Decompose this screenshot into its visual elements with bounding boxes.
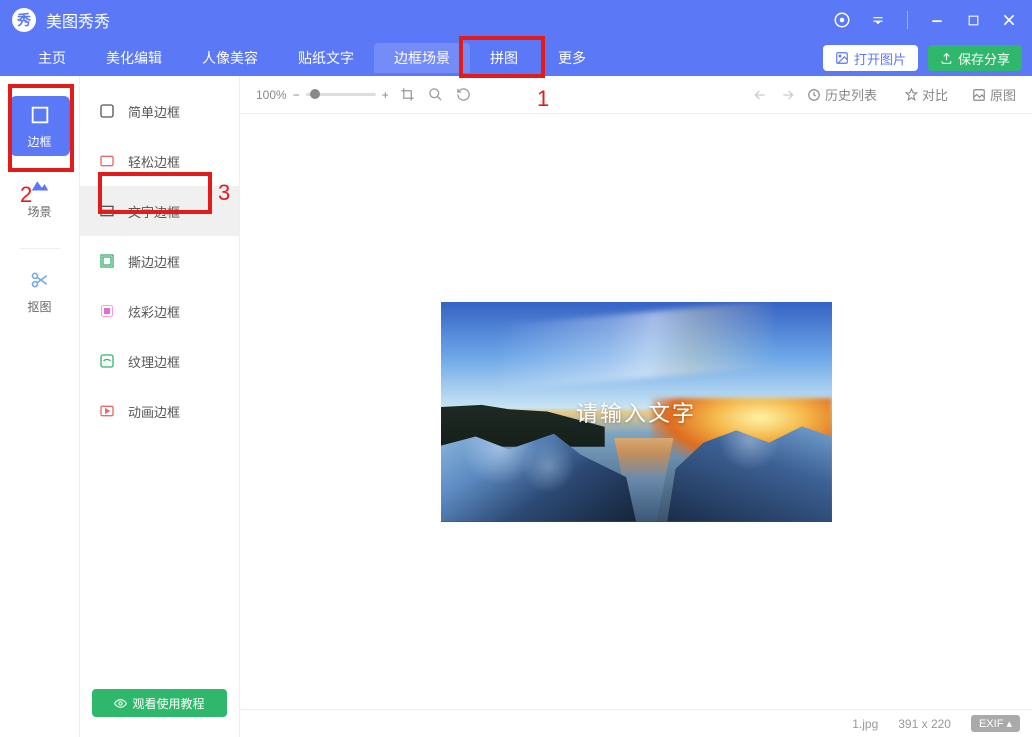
canvas-toolbar: 100% − + 历史列表 对比 原图 — [240, 76, 1032, 114]
frame-panel: 简单边框 轻松边框 文字边框 撕边边框 炫彩边框 纹理边框 动画边框 — [80, 76, 240, 737]
panel-simple-label: 简单边框 — [128, 102, 180, 121]
sidebar-item-frame[interactable]: 边框 — [10, 96, 70, 156]
save-share-button[interactable]: 保存分享 — [928, 45, 1022, 71]
image-preview[interactable]: 请输入文字 — [441, 302, 832, 522]
text-frame-placeholder[interactable]: 请输入文字 — [576, 396, 696, 428]
eye-icon — [114, 697, 127, 710]
export-icon — [940, 52, 953, 65]
titlebar-controls — [831, 9, 1020, 31]
panel-torn-label: 撕边边框 — [128, 252, 180, 271]
open-image-label: 打开图片 — [854, 49, 906, 68]
torn-frame-icon — [98, 252, 116, 270]
nav-frame-scene[interactable]: 边框场景 — [374, 43, 470, 73]
zoom-control[interactable]: 100% − + — [256, 88, 389, 102]
navbar: 主页 美化编辑 人像美容 贴纸文字 边框场景 拼图 更多 打开图片 保存分享 — [0, 40, 1032, 76]
colorful-frame-icon — [98, 302, 116, 320]
nav-sticker[interactable]: 贴纸文字 — [278, 43, 374, 73]
panel-text-label: 文字边框 — [128, 202, 180, 221]
text-frame-icon — [98, 202, 116, 220]
minimize-icon[interactable] — [926, 9, 948, 31]
statusbar: 1.jpg 391 x 220 EXIF ▴ — [240, 709, 1032, 737]
compare-button[interactable]: 对比 — [905, 85, 948, 104]
sidebar: 边框 场景 抠图 — [0, 76, 80, 737]
sidebar-frame-label: 边框 — [27, 133, 51, 150]
panel-easy-frame[interactable]: 轻松边框 — [80, 136, 239, 186]
zoom-value: 100% — [256, 88, 287, 102]
scene-icon — [28, 173, 52, 197]
zoom-in-icon[interactable]: + — [382, 88, 389, 102]
picture-icon — [972, 88, 986, 102]
dropdown-icon[interactable] — [867, 9, 889, 31]
animated-frame-icon — [98, 402, 116, 420]
sidebar-scene-label: 场景 — [27, 203, 51, 220]
app-title: 美图秀秀 — [46, 8, 831, 32]
history-label: 历史列表 — [825, 85, 877, 104]
titlebar: 秀 美图秀秀 — [0, 0, 1032, 40]
sidebar-separator — [20, 248, 60, 249]
image-icon — [835, 51, 849, 65]
star-icon — [905, 88, 918, 101]
panel-easy-label: 轻松边框 — [128, 152, 180, 171]
easy-frame-icon — [98, 152, 116, 170]
simple-frame-icon — [98, 102, 116, 120]
frame-icon — [28, 103, 52, 127]
undo-icon[interactable] — [751, 86, 769, 104]
exif-button[interactable]: EXIF ▴ — [971, 715, 1020, 732]
tutorial-button[interactable]: 观看使用教程 — [92, 689, 227, 717]
clock-icon — [807, 88, 821, 102]
open-image-button[interactable]: 打开图片 — [823, 45, 918, 71]
sidebar-item-scene[interactable]: 场景 — [10, 166, 70, 226]
magnify-icon[interactable] — [427, 86, 445, 104]
status-filename: 1.jpg — [852, 717, 878, 731]
original-label: 原图 — [990, 85, 1016, 104]
nav-more[interactable]: 更多 — [538, 43, 606, 73]
panel-text-frame[interactable]: 文字边框 — [80, 186, 239, 236]
panel-texture-frame[interactable]: 纹理边框 — [80, 336, 239, 386]
panel-animated-label: 动画边框 — [128, 402, 180, 421]
panel-animated-frame[interactable]: 动画边框 — [80, 386, 239, 436]
app-logo-icon: 秀 — [12, 8, 36, 32]
separator — [907, 11, 908, 29]
status-dimensions: 391 x 220 — [898, 717, 951, 731]
nav-portrait[interactable]: 人像美容 — [182, 43, 278, 73]
original-button[interactable]: 原图 — [972, 85, 1016, 104]
compare-label: 对比 — [922, 85, 948, 104]
nav-beautify[interactable]: 美化编辑 — [86, 43, 182, 73]
maximize-icon[interactable] — [962, 9, 984, 31]
canvas[interactable]: 请输入文字 — [240, 114, 1032, 709]
panel-texture-label: 纹理边框 — [128, 352, 180, 371]
texture-frame-icon — [98, 352, 116, 370]
zoom-out-icon[interactable]: − — [293, 88, 300, 102]
nav-collage[interactable]: 拼图 — [470, 43, 538, 73]
sidebar-cutout-label: 抠图 — [27, 298, 51, 315]
panel-colorful-label: 炫彩边框 — [128, 302, 180, 321]
close-icon[interactable] — [998, 9, 1020, 31]
history-button[interactable]: 历史列表 — [807, 85, 877, 104]
redo-icon[interactable] — [779, 86, 797, 104]
crop-icon[interactable] — [399, 86, 417, 104]
nav-home[interactable]: 主页 — [18, 43, 86, 73]
message-icon[interactable] — [831, 9, 853, 31]
tutorial-label: 观看使用教程 — [132, 695, 204, 712]
panel-colorful-frame[interactable]: 炫彩边框 — [80, 286, 239, 336]
panel-simple-frame[interactable]: 简单边框 — [80, 86, 239, 136]
scissors-icon — [28, 268, 52, 292]
save-share-label: 保存分享 — [958, 49, 1010, 68]
zoom-slider[interactable] — [306, 93, 376, 96]
sidebar-item-cutout[interactable]: 抠图 — [10, 261, 70, 321]
rotate-icon[interactable] — [455, 86, 473, 104]
panel-torn-frame[interactable]: 撕边边框 — [80, 236, 239, 286]
